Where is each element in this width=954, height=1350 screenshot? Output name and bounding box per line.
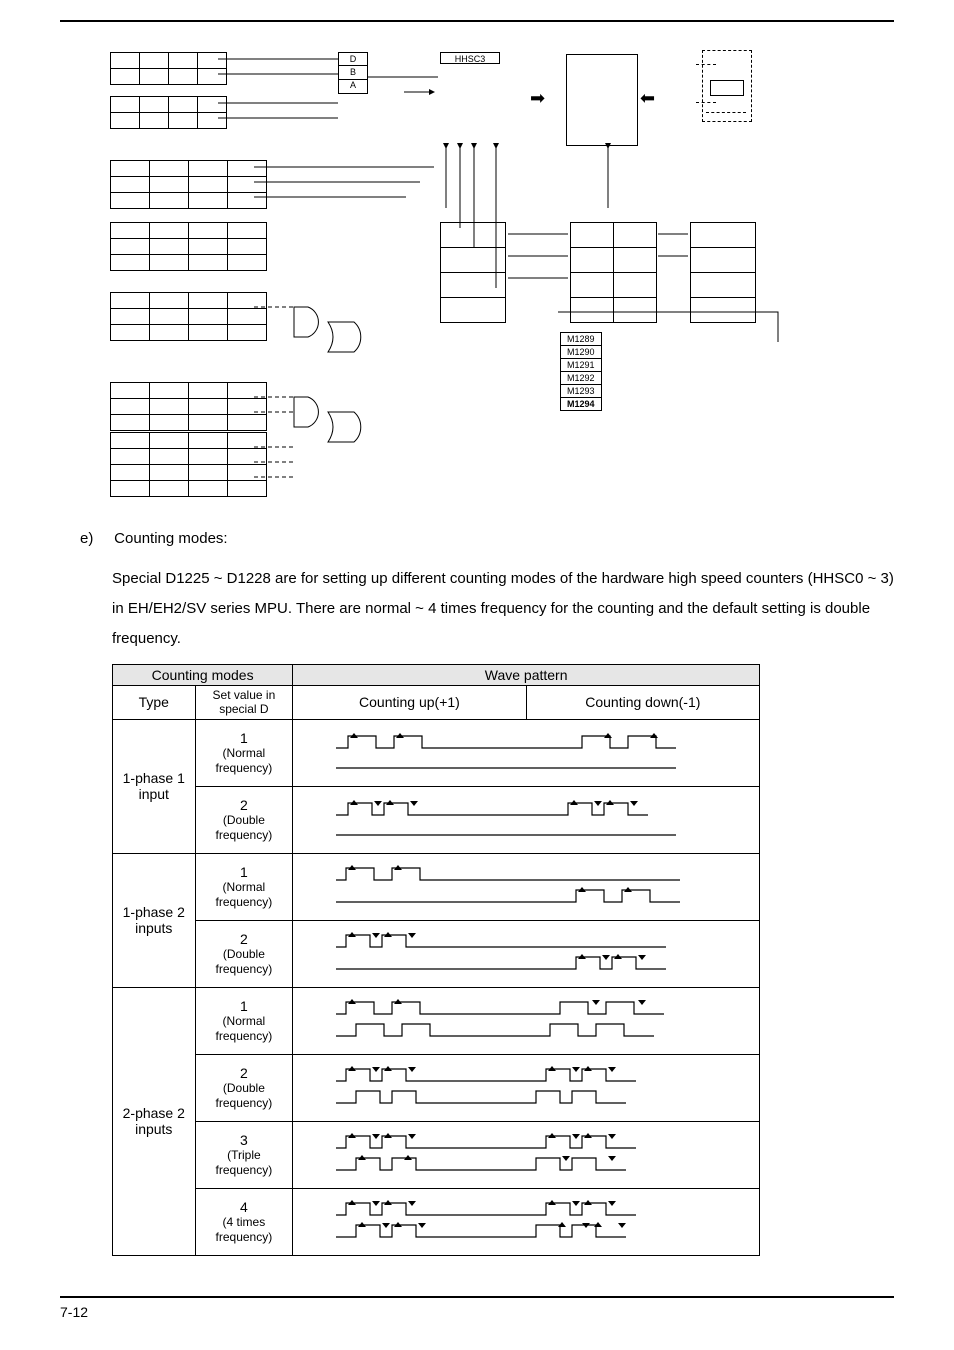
setvalue-cell: 2(Double frequency) <box>195 786 293 853</box>
wire-svg2 <box>368 52 788 332</box>
th-wave-pattern: Wave pattern <box>293 665 760 686</box>
setvalue-cell: 1(Normal frequency) <box>195 853 293 920</box>
setvalue-cell: 4(4 times frequency) <box>195 1188 293 1255</box>
wave-icon <box>316 1063 736 1113</box>
wave-cell <box>293 920 760 987</box>
wave-cell <box>293 853 760 920</box>
section-title: Counting modes: <box>114 530 227 547</box>
th-set-value: Set value in special D <box>195 686 293 720</box>
section-paragraph: Special D1225 ~ D1228 are for setting up… <box>112 564 894 654</box>
wave-cell <box>293 1188 760 1255</box>
type-cell: 1-phase 2 inputs <box>113 853 196 987</box>
input-grid <box>110 96 227 129</box>
th-count-up: Counting up(+1) <box>293 686 526 720</box>
setvalue-cell: 2(Double frequency) <box>195 920 293 987</box>
wave-icon <box>316 1130 736 1180</box>
type-cell: 1-phase 1 input <box>113 719 196 853</box>
input-grid <box>110 52 227 85</box>
db-box: D B <box>338 52 368 80</box>
th-counting-modes: Counting modes <box>113 665 293 686</box>
page-footer: 7-12 <box>60 1296 894 1320</box>
hhsc-diagram: U/D U A D B HHSC0 HHSC1 HHSC2 HHSC3 ➡ ⬅ <box>110 52 790 512</box>
setvalue-cell: 1(Normal frequency) <box>195 719 293 786</box>
page-number: 7-12 <box>60 1304 88 1320</box>
setvalue-cell: 1(Normal frequency) <box>195 987 293 1054</box>
mcode-table: M1289 M1290 M1291 M1292 M1293 M1294 <box>560 332 602 411</box>
wave-cell <box>293 987 760 1054</box>
wave-cell <box>293 1121 760 1188</box>
wave-cell <box>293 719 760 786</box>
wave-icon <box>316 996 736 1046</box>
wave-icon <box>316 728 736 778</box>
th-count-down: Counting down(-1) <box>526 686 759 720</box>
wave-icon <box>316 795 736 845</box>
wave-cell <box>293 1054 760 1121</box>
type-cell: 2-phase 2 inputs <box>113 987 196 1255</box>
wave-icon <box>316 862 736 912</box>
th-type: Type <box>113 686 196 720</box>
wave-cell <box>293 786 760 853</box>
section-letter: e) <box>80 524 110 554</box>
setvalue-cell: 2(Double frequency) <box>195 1054 293 1121</box>
setvalue-cell: 3(Triple frequency) <box>195 1121 293 1188</box>
counting-modes-table: Counting modes Wave pattern Type Set val… <box>112 664 760 1256</box>
wave-icon <box>316 1197 736 1247</box>
wave-icon <box>316 929 736 979</box>
